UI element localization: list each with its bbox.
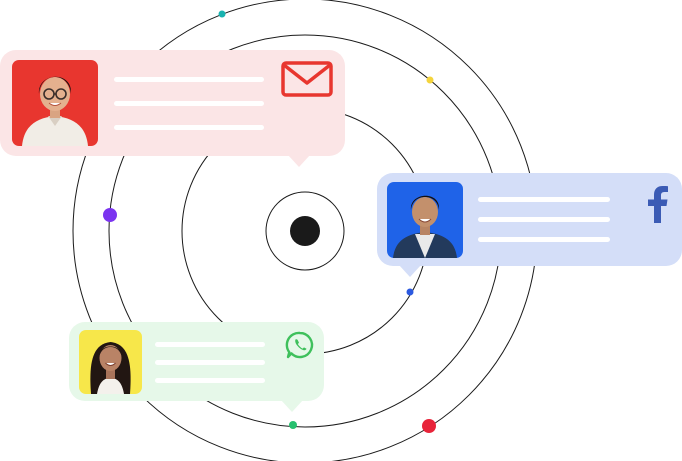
whatsapp-message-card[interactable] <box>69 322 324 412</box>
orbit-dot-blue <box>406 288 414 296</box>
card-pointer <box>281 400 303 412</box>
message-line <box>478 197 610 202</box>
orbit-dot-yellow <box>426 76 434 84</box>
woman-long-hair-avatar <box>79 330 142 394</box>
man-smiling-avatar <box>387 182 463 258</box>
message-line <box>114 125 264 130</box>
envelope-icon <box>281 61 333 102</box>
facebook-message-card[interactable] <box>377 173 682 277</box>
message-line <box>114 101 264 106</box>
whatsapp-icon <box>285 330 315 365</box>
facebook-icon <box>645 185 669 228</box>
email-message-card[interactable] <box>0 50 345 167</box>
orbit-dot-green <box>289 421 297 429</box>
message-line <box>478 237 610 242</box>
center-dot <box>290 216 320 246</box>
message-line <box>478 217 610 222</box>
orbit-dot-teal <box>218 10 226 18</box>
card-pointer <box>288 155 310 167</box>
message-line <box>155 342 265 347</box>
message-line <box>155 360 265 365</box>
orbit-dot-purple <box>103 208 117 222</box>
orbit-dot-red <box>422 419 436 433</box>
card-pointer <box>399 265 421 277</box>
woman-glasses-avatar <box>12 60 98 146</box>
message-line <box>114 77 264 82</box>
message-line <box>155 378 265 383</box>
